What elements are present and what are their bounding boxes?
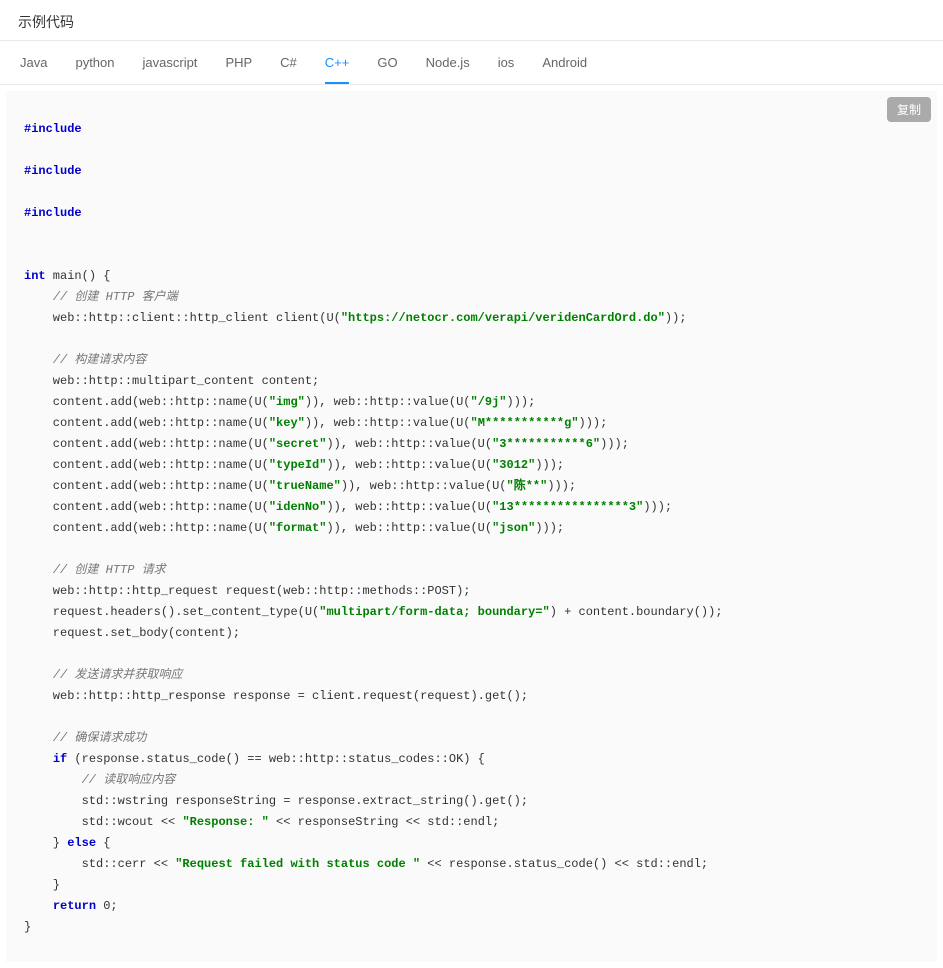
client-line-post: )); <box>665 311 687 325</box>
add-pre: content.add(web::http::name(U( <box>24 458 269 472</box>
main-sig: main() { <box>46 269 111 283</box>
add-end: ))); <box>507 395 536 409</box>
copy-button[interactable]: 复制 <box>887 97 931 122</box>
add-mid: )), web::http::value(U( <box>305 416 471 430</box>
p-key: "img" <box>269 395 305 409</box>
code-block: #include #include #include int main() { … <box>6 91 937 962</box>
req-line: web::http::http_request request(web::htt… <box>24 584 470 598</box>
add-pre: content.add(web::http::name(U( <box>24 521 269 535</box>
comment-send: // 发送请求并获取响应 <box>53 668 183 682</box>
fail-string: "Request failed with status code " <box>175 857 420 871</box>
p-key: "key" <box>269 416 305 430</box>
include-line: #include <box>24 122 82 136</box>
p-val: "13****************3" <box>492 500 643 514</box>
tab-go[interactable]: GO <box>377 41 397 84</box>
add-mid: )), web::http::value(U( <box>305 395 471 409</box>
else-post: { <box>96 836 110 850</box>
cerr-post: << response.status_code() << std::endl; <box>420 857 708 871</box>
add-mid: )), web::http::value(U( <box>326 437 492 451</box>
p-val: "陈**" <box>507 479 548 493</box>
p-val: "json" <box>492 521 535 535</box>
add-end: ))); <box>579 416 608 430</box>
extract-line: std::wstring responseString = response.e… <box>24 794 528 808</box>
resp-line: web::http::http_response response = clie… <box>24 689 528 703</box>
content-line: web::http::multipart_content content; <box>24 374 319 388</box>
wcout-pre: std::wcout << <box>24 815 182 829</box>
tab-cpp[interactable]: C++ <box>325 41 350 84</box>
panel-title: 示例代码 <box>0 0 943 41</box>
hdr-post: ) + content.boundary()); <box>550 605 723 619</box>
add-pre: content.add(web::http::name(U( <box>24 416 269 430</box>
tab-android[interactable]: Android <box>542 41 587 84</box>
tab-ios[interactable]: ios <box>498 41 515 84</box>
comment-body: // 构建请求内容 <box>53 353 147 367</box>
include-line: #include <box>24 164 82 178</box>
hdr-string: "multipart/form-data; boundary=" <box>319 605 549 619</box>
comment-read: // 读取响应内容 <box>82 773 176 787</box>
add-end: ))); <box>600 437 629 451</box>
else-pre: } <box>24 836 67 850</box>
setbody-line: request.set_body(content); <box>24 626 240 640</box>
end-brace: } <box>24 920 31 934</box>
p-key: "typeId" <box>269 458 327 472</box>
if-cond: (response.status_code() == web::http::st… <box>67 752 485 766</box>
kw-return: return <box>53 899 96 913</box>
p-key: "secret" <box>269 437 327 451</box>
comment-ok: // 确保请求成功 <box>53 731 147 745</box>
language-tabs: Java python javascript PHP C# C++ GO Nod… <box>0 41 943 85</box>
p-key: "trueName" <box>269 479 341 493</box>
add-end: ))); <box>535 458 564 472</box>
add-pre: content.add(web::http::name(U( <box>24 395 269 409</box>
include-line: #include <box>24 206 82 220</box>
url-string: "https://netocr.com/verapi/veridenCardOr… <box>341 311 665 325</box>
p-key: "format" <box>269 521 327 535</box>
wcout-post: << responseString << std::endl; <box>269 815 499 829</box>
p-val: "M***********g" <box>471 416 579 430</box>
kw-if: if <box>53 752 67 766</box>
close-brace: } <box>24 878 60 892</box>
add-end: ))); <box>547 479 576 493</box>
add-pre: content.add(web::http::name(U( <box>24 437 269 451</box>
tab-csharp[interactable]: C# <box>280 41 297 84</box>
code-panel: 复制 #include #include #include int main()… <box>6 91 937 962</box>
client-line-pre: web::http::client::http_client client(U( <box>24 311 341 325</box>
add-pre: content.add(web::http::name(U( <box>24 500 269 514</box>
resp-string: "Response: " <box>182 815 268 829</box>
p-val: "3012" <box>492 458 535 472</box>
tab-java[interactable]: Java <box>20 41 47 84</box>
p-val: "/9j" <box>471 395 507 409</box>
add-mid: )), web::http::value(U( <box>341 479 507 493</box>
add-end: ))); <box>643 500 672 514</box>
tab-php[interactable]: PHP <box>225 41 252 84</box>
p-val: "3***********6" <box>492 437 600 451</box>
kw-else: else <box>67 836 96 850</box>
add-mid: )), web::http::value(U( <box>326 458 492 472</box>
add-end: ))); <box>535 521 564 535</box>
comment-client: // 创建 HTTP 客户端 <box>53 290 178 304</box>
tab-javascript[interactable]: javascript <box>143 41 198 84</box>
hdr-pre: request.headers().set_content_type(U( <box>24 605 319 619</box>
tab-nodejs[interactable]: Node.js <box>426 41 470 84</box>
add-pre: content.add(web::http::name(U( <box>24 479 269 493</box>
tab-python[interactable]: python <box>75 41 114 84</box>
add-mid: )), web::http::value(U( <box>326 521 492 535</box>
cerr-pre: std::cerr << <box>24 857 175 871</box>
add-mid: )), web::http::value(U( <box>326 500 492 514</box>
kw-int: int <box>24 269 46 283</box>
comment-req: // 创建 HTTP 请求 <box>53 563 166 577</box>
return-tail: 0; <box>96 899 118 913</box>
p-key: "idenNo" <box>269 500 327 514</box>
